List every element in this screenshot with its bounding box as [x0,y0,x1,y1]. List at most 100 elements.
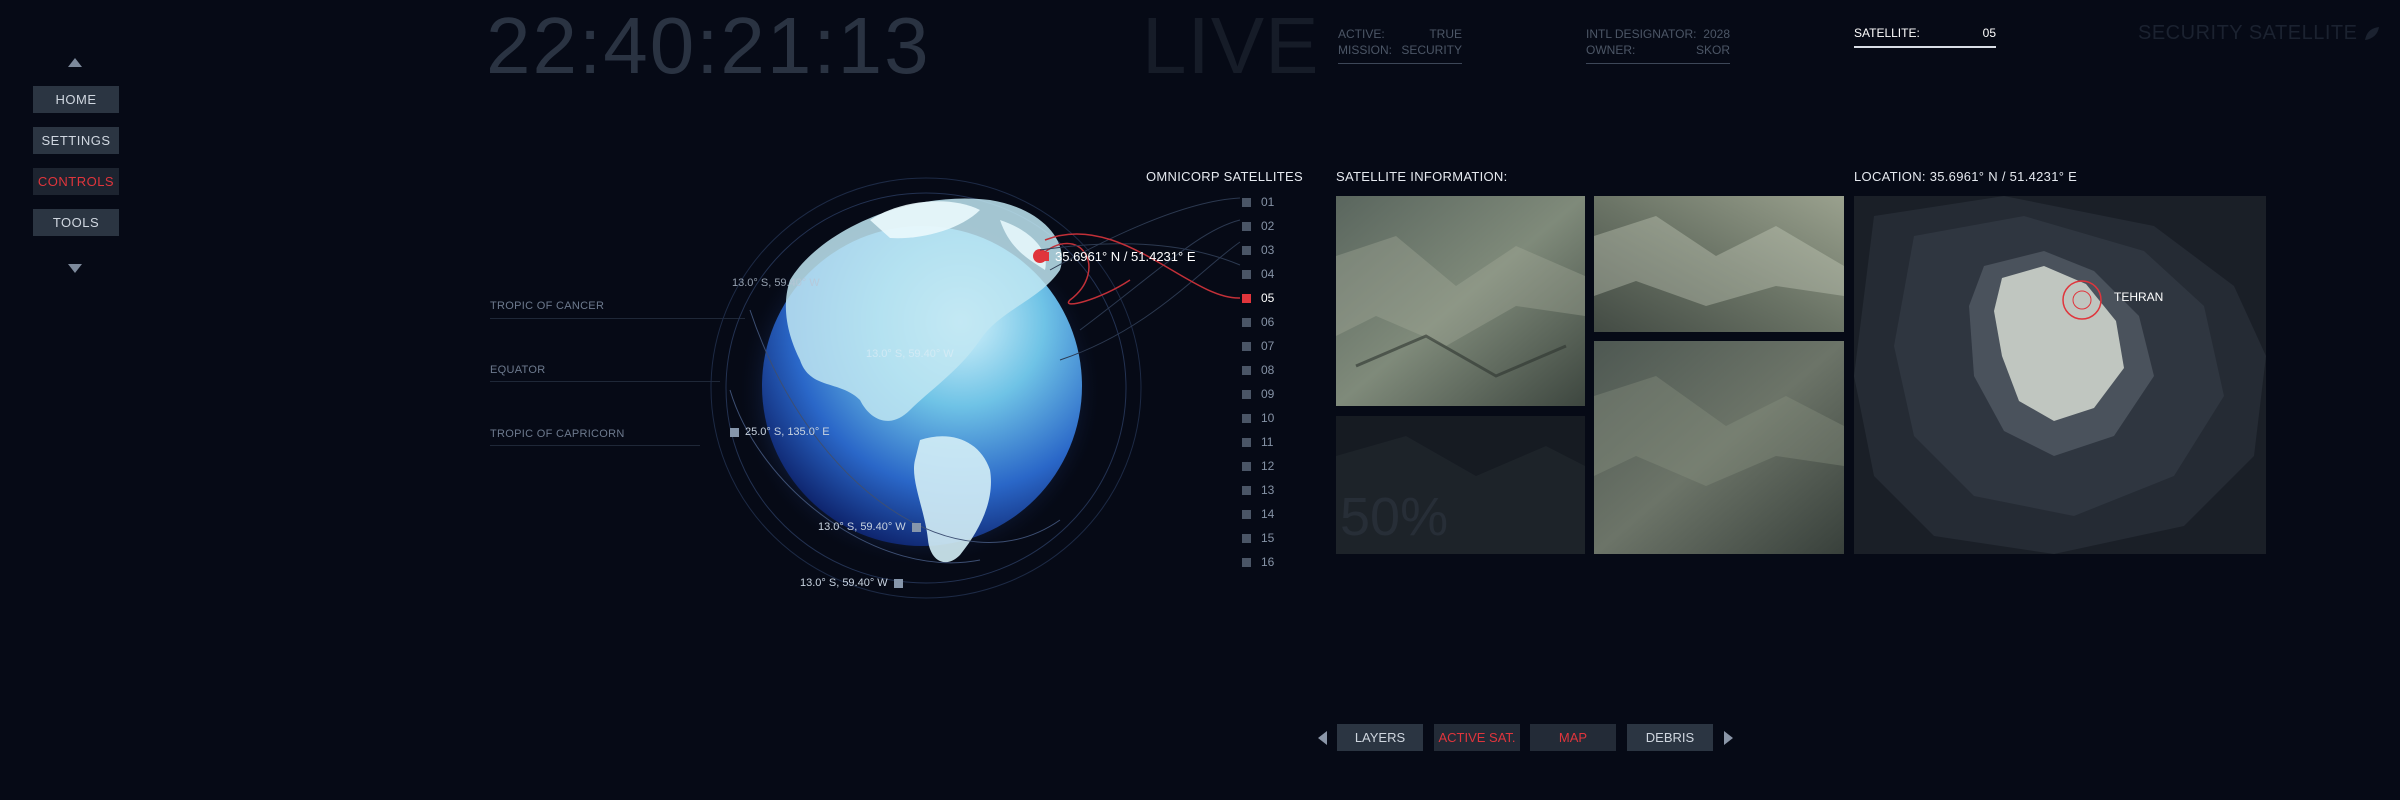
satellite-item[interactable]: 04 [1242,267,1274,281]
satellite-item[interactable]: 08 [1242,363,1274,377]
satellite-square-icon [1242,557,1251,567]
satellite-item[interactable]: 03 [1242,243,1274,257]
satellite-item[interactable]: 09 [1242,387,1274,401]
satellite-link-lines [1040,197,1241,361]
active-sat-button[interactable]: ACTIVE SAT. [1434,724,1520,751]
coord-label-4: 13.0° S, 59.40° W [818,521,921,533]
location-map[interactable] [1854,196,2266,554]
satellite-number: 07 [1261,339,1275,353]
satellite-selector-label: SATELLITE: [1854,26,1920,40]
satellite-square-icon [1242,389,1251,399]
satellite-square-icon [1242,437,1251,447]
satellite-number: 12 [1261,459,1275,473]
satellite-item[interactable]: 06 [1242,315,1274,329]
designator-key: INTL DESIGNATOR: [1586,27,1697,41]
mission-value: SECURITY [1401,43,1462,57]
toolbar-next-arrow-icon[interactable] [1724,731,1733,745]
coord-label-5: 13.0° S, 59.40° W [800,577,903,589]
satellite-number: 08 [1261,363,1275,377]
nav-up-arrow-icon[interactable] [68,58,82,67]
satellite-selector-underline [1854,46,1996,48]
satellite-item[interactable]: 16 [1242,555,1274,569]
mission-clock: 22:40:21:13 [486,1,931,90]
satellite-info-title: SATELLITE INFORMATION: [1336,169,1508,184]
target-coordinate-label: 35.6961° N / 51.4231° E [1040,249,1196,264]
satellite-item[interactable]: 15 [1242,531,1274,545]
satellites-title: OMNICORP SATELLITES [1146,169,1303,184]
satellite-item[interactable]: 10 [1242,411,1274,425]
satellite-number: 06 [1261,315,1275,329]
live-indicator: LIVE [1142,1,1320,90]
satellite-number: 02 [1261,219,1275,233]
tropic-of-capricorn-label: TROPIC OF CAPRICORN [490,428,625,440]
mission-key: MISSION: [1338,43,1393,57]
coverage-percent-overlay: 50% [1340,487,1449,547]
satellite-square-icon [1242,317,1251,327]
map-button[interactable]: MAP [1530,724,1616,751]
brand-title: SECURITY SATELLITE [2138,22,2381,45]
satellite-item[interactable]: 01 [1242,195,1274,209]
nav-controls-button[interactable]: CONTROLS [33,168,119,195]
nav-home-button[interactable]: HOME [33,86,119,113]
satellite-square-icon [1242,533,1251,543]
satellite-square-icon [1242,509,1251,519]
coord-label-4-text: 13.0° S, 59.40° W [818,521,906,533]
satellite-square-icon [1242,293,1251,303]
designator-value: 2028 [1703,27,1730,41]
toolbar-prev-arrow-icon[interactable] [1318,731,1327,745]
satellite-number: 16 [1261,555,1275,569]
satellite-square-icon [1242,221,1251,231]
owner-key: OWNER: [1586,43,1636,57]
nav-settings-button[interactable]: SETTINGS [33,127,119,154]
owner-value: SKOR [1695,43,1730,57]
active-key: ACTIVE: [1338,27,1385,41]
leaf-icon [2365,26,2380,40]
satellite-image-1[interactable] [1336,196,1585,406]
satellite-square-icon [1242,461,1251,471]
nav-tools-button[interactable]: TOOLS [33,209,119,236]
coord-square-icon [893,578,903,588]
layers-button[interactable]: LAYERS [1337,724,1423,751]
tropic-of-cancer-label: TROPIC OF CANCER [490,300,605,312]
satellite-item[interactable]: 12 [1242,459,1274,473]
satellite-image-2[interactable] [1594,196,1844,332]
coord-label-5-text: 13.0° S, 59.40° W [800,577,888,589]
target-square-icon [1040,252,1049,261]
satellite-item-selected[interactable]: 05 [1242,291,1274,305]
satellite-item[interactable]: 02 [1242,219,1274,233]
satellite-number: 04 [1261,267,1275,281]
satellite-square-icon [1242,413,1251,423]
location-title: LOCATION: 35.6961° N / 51.4231° E [1854,169,2078,184]
coord-label-1: 13.0° S, 59.40° W [732,277,820,289]
satellite-number: 05 [1261,291,1275,305]
satellite-number: 03 [1261,243,1275,257]
debris-button[interactable]: DEBRIS [1627,724,1713,751]
satellite-number: 09 [1261,387,1275,401]
satellite-item[interactable]: 14 [1242,507,1274,521]
coord-square-icon [730,427,739,437]
coord-square-icon [911,522,921,532]
satellite-number: 01 [1261,195,1275,209]
satellite-item[interactable]: 11 [1242,435,1273,449]
satellite-image-4[interactable] [1594,341,1844,554]
satellite-number: 15 [1261,531,1275,545]
target-coordinate-text: 35.6961° N / 51.4231° E [1055,249,1196,264]
coord-label-2: 13.0° S, 59.40° W [866,348,954,360]
satellite-square-icon [1242,245,1251,255]
coord-label-3: 25.0° S, 135.0° E [730,426,830,438]
brand-text: SECURITY SATELLITE [2138,22,2358,44]
satellite-square-icon [1242,485,1251,495]
active-value: TRUE [1429,27,1462,41]
satellite-number: 11 [1261,435,1274,449]
satellite-item[interactable]: 13 [1242,483,1274,497]
nav-down-arrow-icon[interactable] [68,264,82,273]
coord-label-2-text: 13.0° S, 59.40° W [866,348,954,360]
satellite-number: 10 [1261,411,1275,425]
satellite-selector[interactable]: SATELLITE: 05 [1854,26,1996,40]
satellite-square-icon [1242,269,1251,279]
satellite-item[interactable]: 07 [1242,339,1274,353]
designation-block: INTL DESIGNATOR: 2028 OWNER: SKOR [1586,26,1730,64]
satellite-number: 14 [1261,507,1275,521]
coord-label-3-text: 25.0° S, 135.0° E [745,426,830,438]
city-label: TEHRAN [2114,290,2164,304]
